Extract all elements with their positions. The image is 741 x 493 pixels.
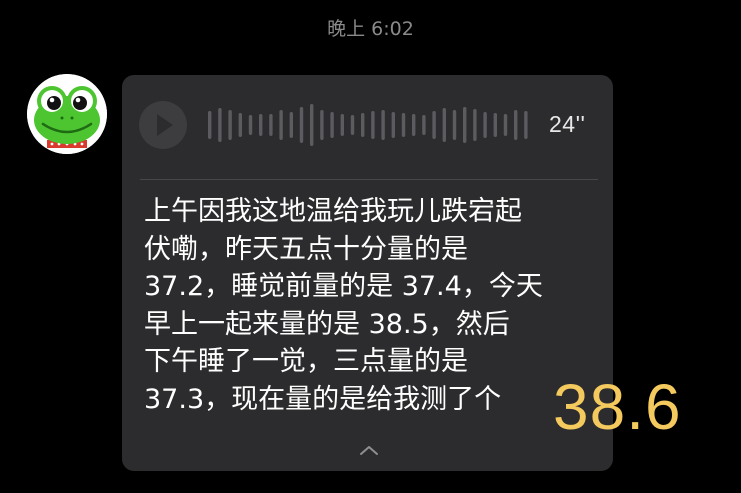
waveform-bar (350, 115, 355, 135)
waveform-bar (463, 107, 467, 143)
waveform-bar (503, 114, 508, 136)
waveform-bar (524, 111, 528, 139)
waveform-bar (432, 111, 436, 139)
waveform-bar (401, 113, 406, 137)
voice-message-bubble[interactable]: 24'' 上午因我这地温给我玩儿跌宕起 伏嘞，昨天五点十分量的是 37.2，睡觉… (122, 75, 613, 471)
waveform-bar (330, 112, 334, 138)
contact-avatar[interactable] (27, 74, 107, 154)
waveform-bar (381, 110, 385, 140)
waveform-bar (289, 112, 293, 138)
waveform-bar (269, 114, 273, 136)
waveform-bar (391, 112, 395, 138)
waveform-bar (218, 108, 222, 142)
waveform-bar (310, 104, 314, 146)
waveform-bar (483, 112, 487, 138)
waveform-bar (279, 110, 283, 140)
waveform-bar (422, 115, 426, 135)
temperature-overlay: 38.6 (553, 371, 682, 443)
waveform-bar (248, 115, 253, 135)
waveform-bar (361, 113, 365, 137)
waveform-bar (340, 114, 344, 136)
waveform-bar (320, 110, 324, 140)
waveform-bar (514, 110, 518, 140)
waveform-icon (208, 104, 528, 146)
divider (140, 179, 598, 180)
waveform-bar (228, 110, 232, 140)
waveform-bar (442, 108, 446, 142)
message-timestamp: 晚上 6:02 (327, 18, 414, 40)
frog-avatar-icon (27, 74, 107, 154)
waveform-bar (412, 114, 416, 136)
waveform-bar (452, 110, 457, 140)
waveform-bar (259, 114, 263, 136)
waveform-bar (473, 109, 477, 141)
waveform-bar (299, 107, 304, 143)
waveform-bar (371, 111, 375, 139)
voice-player[interactable]: 24'' (138, 99, 598, 151)
waveform-bar (238, 113, 242, 137)
chevron-up-icon[interactable] (358, 443, 380, 457)
voice-duration: 24'' (549, 111, 586, 137)
voice-transcript: 上午因我这地温给我玩儿跌宕起 伏嘞，昨天五点十分量的是 37.2，睡觉前量的是 … (144, 196, 543, 415)
play-icon[interactable] (138, 100, 188, 150)
waveform-bar (208, 111, 212, 139)
waveform-bar (493, 113, 497, 137)
